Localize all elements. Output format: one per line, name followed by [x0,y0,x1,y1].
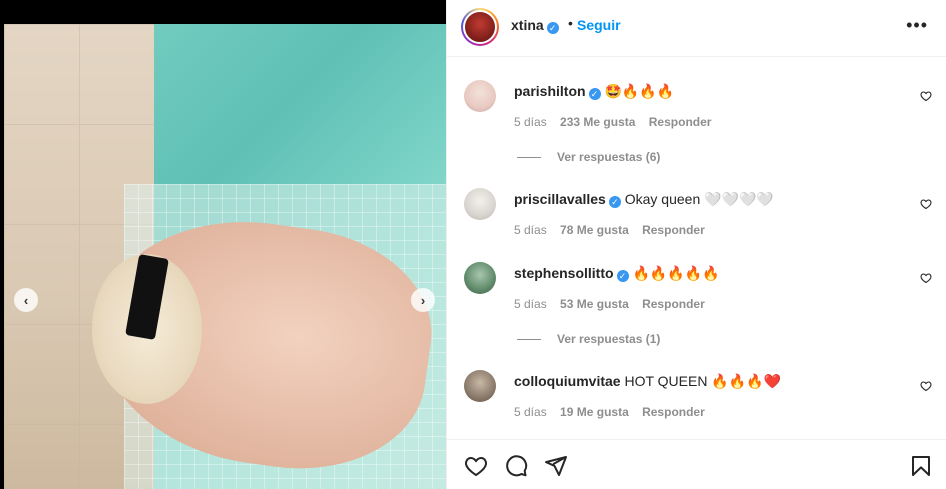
post-photo [4,24,446,489]
view-replies-button[interactable]: Ver respuestas (1) [517,332,660,346]
post-viewer: ‹ › xtina ✓ • Seguir ••• parishilton ✓ 🤩🔥🔥… [0,0,946,489]
verified-badge-icon: ✓ [608,196,621,208]
author-username[interactable]: xtina ✓ [511,17,559,34]
commenter-username[interactable]: parishilton [514,83,586,99]
previous-image-button[interactable]: ‹ [14,288,38,312]
comment-likes[interactable]: 19 Me gusta [560,405,629,419]
reply-button[interactable]: Responder [642,297,705,311]
comment-time[interactable]: 5 días [514,405,547,419]
comment-time[interactable]: 5 días [514,223,547,237]
comments-list: parishilton ✓ 🤩🔥🔥🔥 5 días 233 Me gusta Re… [447,58,946,438]
heart-icon[interactable] [464,454,488,478]
post-header: xtina ✓ • Seguir ••• [447,0,946,57]
commenter-avatar[interactable] [464,370,496,402]
verified-badge-icon: ✓ [588,88,601,100]
comment-like-heart-icon[interactable] [920,198,932,210]
author-avatar[interactable] [461,8,499,46]
more-horizontal-icon[interactable]: ••• [906,15,928,36]
commenter-avatar[interactable] [464,262,496,294]
verified-badge-icon: ✓ [546,22,559,34]
comment-meta: 5 días 78 Me gusta Responder [514,223,705,237]
commenter-username[interactable]: stephensollitto [514,265,614,281]
commenter-username[interactable]: colloquiumvitae [514,373,621,389]
comment-text: Okay queen 🤍🤍🤍🤍 [624,191,774,207]
view-replies-button[interactable]: Ver respuestas (6) [517,150,660,164]
comment-icon[interactable] [504,454,528,478]
comment-meta: 5 días 53 Me gusta Responder [514,297,705,311]
comment-likes[interactable]: 233 Me gusta [560,115,635,129]
reply-button[interactable]: Responder [649,115,712,129]
comment-meta: 5 días 19 Me gusta Responder [514,405,705,419]
comment-likes[interactable]: 53 Me gusta [560,297,629,311]
post-action-bar [447,439,946,489]
verified-badge-icon: ✓ [616,270,629,282]
header-separator: • [568,15,573,31]
next-image-button[interactable]: › [411,288,435,312]
replies-divider-line [517,339,541,341]
reply-button[interactable]: Responder [642,405,705,419]
chevron-right-icon: › [420,292,426,308]
follow-button[interactable]: Seguir [577,17,621,33]
share-icon[interactable] [544,454,568,478]
commenter-avatar[interactable] [464,80,496,112]
comment-text: 🔥🔥🔥🔥🔥 [632,265,720,281]
comment-like-heart-icon[interactable] [920,272,932,284]
comment-time[interactable]: 5 días [514,115,547,129]
commenter-username[interactable]: priscillavalles [514,191,606,207]
reply-button[interactable]: Responder [642,223,705,237]
bookmark-icon[interactable] [909,454,933,478]
comment-likes[interactable]: 78 Me gusta [560,223,629,237]
comment-text: HOT QUEEN 🔥🔥🔥❤️ [624,373,782,389]
comment-like-heart-icon[interactable] [920,380,932,392]
comment-like-heart-icon[interactable] [920,90,932,102]
comment-meta: 5 días 233 Me gusta Responder [514,115,711,129]
comment-text: 🤩🔥🔥🔥 [604,83,675,99]
post-media: ‹ › [0,0,446,489]
comment-time[interactable]: 5 días [514,297,547,311]
chevron-left-icon: ‹ [23,292,29,308]
commenter-avatar[interactable] [464,188,496,220]
post-side-panel: xtina ✓ • Seguir ••• parishilton ✓ 🤩🔥🔥🔥 5 … [446,0,946,489]
replies-divider-line [517,157,541,159]
